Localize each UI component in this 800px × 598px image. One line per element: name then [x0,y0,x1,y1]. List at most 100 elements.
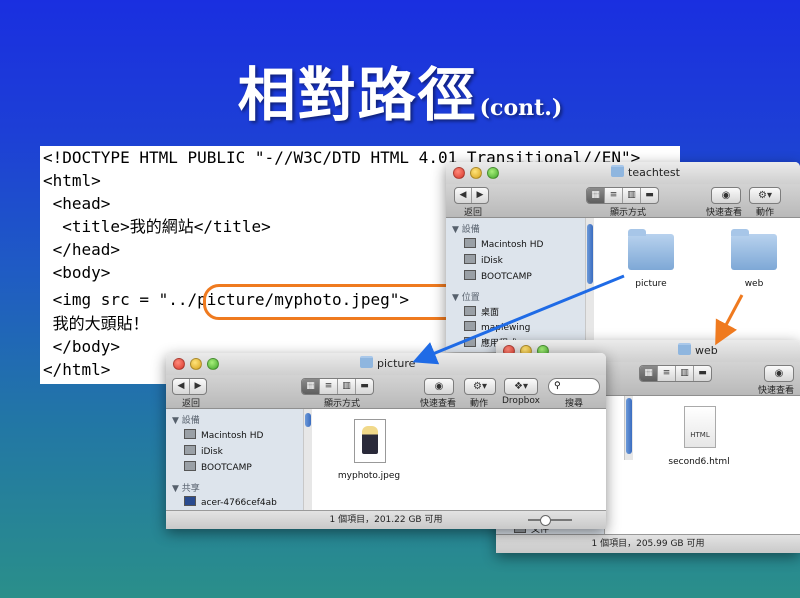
quicklook-label: 快速查看 [706,208,743,218]
coverflow-view-icon[interactable]: ▬ [641,188,658,203]
sidebar-item-macintosh-hd[interactable]: Macintosh HD [184,429,263,441]
sidebar: ▼ 設備 Macintosh HD iDisk BOOTCAMP ▼ 位置 桌面… [446,218,587,352]
folder-icon [678,343,691,355]
slide-title-suffix: (cont.) [479,95,563,121]
view-mode-control[interactable]: ▦ ≡ ▥ ▬ [586,187,659,204]
quicklook-label: 快速查看 [758,386,795,396]
file-name-myphoto[interactable]: myphoto.jpeg [334,471,404,481]
sidebar-item-bootcamp[interactable]: BOOTCAMP [464,270,532,282]
finder-window-picture: picture ◀ ▶ 返回 ▦ ≡ ▥ ▬ 顯示方式 ◉ 快速查看 ⚙▾ 動作 ❖▾ … [166,353,606,529]
file-name-web[interactable]: web [724,279,784,289]
dropbox-label: Dropbox [502,396,540,406]
file-name-second6[interactable]: second6.html [664,457,734,467]
sidebar-scrollbar[interactable] [585,218,594,352]
view-label: 顯示方式 [324,399,361,409]
idisk-icon [184,445,196,455]
back-label: 返回 [464,208,483,218]
quicklook-label: 快速查看 [420,399,457,409]
window-title: teachtest [611,165,680,179]
minimize-button[interactable] [190,358,202,370]
file-name-picture[interactable]: picture [621,279,681,289]
sidebar-item-shared-computer[interactable]: acer-4766cef4ab [184,496,277,508]
icon-view-icon[interactable]: ▦ [302,379,320,394]
desktop-icon [464,306,476,316]
sidebar-item-home[interactable]: maplewing [464,321,530,333]
sidebar-places-header: ▼ 位置 [452,293,480,303]
coverflow-view-icon[interactable]: ▬ [694,366,711,381]
close-button[interactable] [173,358,185,370]
action-gear-icon[interactable]: ⚙▾ [749,187,781,204]
sidebar-item-idisk[interactable]: iDisk [464,254,503,266]
scroll-thumb[interactable] [626,398,632,454]
code-line: <title>我的網站</title> [43,217,271,236]
status-bar: 1 個項目，201.22 GB 可用 [166,510,606,529]
list-view-icon[interactable]: ≡ [320,379,338,394]
action-label: 動作 [756,208,775,218]
slide-title-main: 相對路徑 [237,61,478,129]
slider-knob[interactable] [540,515,551,526]
icon-view-icon[interactable]: ▦ [640,366,658,381]
computer-icon [184,496,196,506]
html-file-icon[interactable]: HTML [684,406,716,448]
view-mode-control[interactable]: ▦ ≡ ▥ ▬ [639,365,712,382]
quicklook-eye-icon[interactable]: ◉ [764,365,794,382]
toolbar: ◀ ▶ 返回 ▦ ≡ ▥ ▬ 顯示方式 ◉ 快速查看 ⚙▾ 動作 ❖▾ Dropbox … [166,375,606,409]
forward-arrow-icon[interactable]: ▶ [190,379,206,394]
folder-icon [360,356,373,368]
sidebar-devices-header: ▼ 設備 [452,225,480,235]
home-icon [464,321,476,331]
window-title-text: picture [377,357,416,370]
folder-icon[interactable] [731,229,777,270]
drive-icon [184,461,196,471]
code-line: 我的大頭貼！ [43,314,149,333]
action-gear-icon[interactable]: ⚙▾ [464,378,496,395]
back-arrow-icon[interactable]: ◀ [455,188,472,203]
action-label: 動作 [470,399,489,409]
list-view-icon[interactable]: ≡ [605,188,623,203]
sidebar-scrollbar[interactable] [303,409,312,511]
back-forward-control[interactable]: ◀ ▶ [172,378,207,395]
column-view-icon[interactable]: ▥ [338,379,356,394]
code-line: </body> [43,337,121,356]
coverflow-view-icon[interactable]: ▬ [356,379,373,394]
window-title-text: web [695,344,718,357]
view-mode-control[interactable]: ▦ ≡ ▥ ▬ [301,378,374,395]
scroll-thumb[interactable] [587,224,593,284]
back-label: 返回 [182,399,201,409]
close-button[interactable] [453,167,465,179]
code-line: </html> [43,360,111,379]
list-view-icon[interactable]: ≡ [658,366,676,381]
search-label: 搜尋 [565,399,584,409]
dropbox-icon[interactable]: ❖▾ [504,378,538,395]
zoom-button[interactable] [487,167,499,179]
minimize-button[interactable] [470,167,482,179]
zoom-button[interactable] [207,358,219,370]
finder-window-teachtest: teachtest ◀ ▶ 返回 ▦ ≡ ▥ ▬ 顯示方式 ◉ 快速查看 ⚙▾ 動作 ▼… [446,162,800,352]
column-view-icon[interactable]: ▥ [623,188,641,203]
drive-icon [464,270,476,280]
forward-arrow-icon[interactable]: ▶ [472,188,488,203]
window-title: picture [360,356,415,370]
quicklook-eye-icon[interactable]: ◉ [711,187,741,204]
search-input[interactable]: ⚲ [548,378,600,395]
scroll-thumb[interactable] [305,413,311,427]
icon-view-icon[interactable]: ▦ [587,188,605,203]
column-view-icon[interactable]: ▥ [676,366,694,381]
titlebar[interactable]: teachtest [446,162,800,185]
sidebar-item-desktop[interactable]: 桌面 [464,305,499,318]
window-title: web [678,343,718,357]
sidebar: ▼ 設備 Macintosh HD iDisk BOOTCAMP ▼ 共享 ac… [166,409,305,511]
view-label: 顯示方式 [610,208,647,218]
back-forward-control[interactable]: ◀ ▶ [454,187,489,204]
image-file-icon[interactable] [354,419,386,463]
back-arrow-icon[interactable]: ◀ [173,379,190,394]
folder-icon[interactable] [628,229,674,270]
toolbar: ◀ ▶ 返回 ▦ ≡ ▥ ▬ 顯示方式 ◉ 快速查看 ⚙▾ 動作 [446,184,800,218]
sidebar-item-bootcamp[interactable]: BOOTCAMP [184,461,252,473]
titlebar[interactable]: picture [166,353,606,376]
content-scrollbar[interactable] [624,396,633,460]
sidebar-item-macintosh-hd[interactable]: Macintosh HD [464,238,543,250]
quicklook-eye-icon[interactable]: ◉ [424,378,454,395]
sidebar-item-idisk[interactable]: iDisk [184,445,223,457]
folder-icon [611,165,624,177]
